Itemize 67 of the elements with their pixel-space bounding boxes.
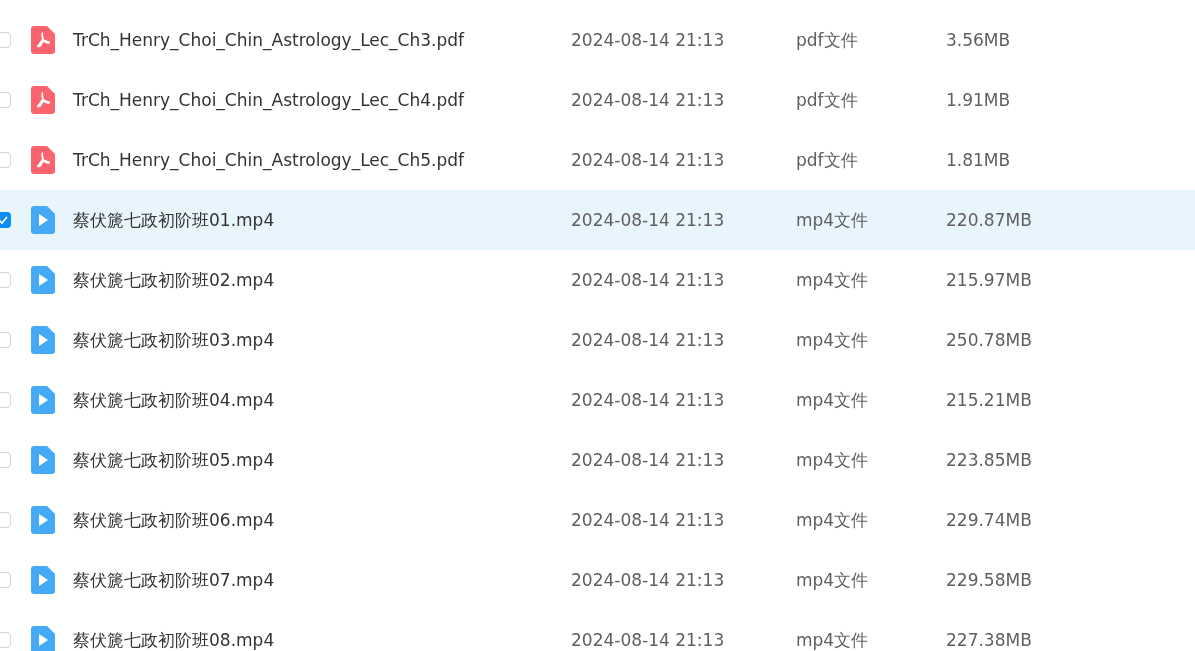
file-size: 3.56MB	[946, 30, 1012, 50]
file-row[interactable]: 蔡伏篪七政初阶班08.mp4 2024-08-14 21:13 mp4文件 227.38MB	[0, 610, 1195, 651]
file-name: 蔡伏篪七政初阶班02.mp4	[73, 268, 276, 292]
file-name: TrCh_Henry_Choi_Chin_Astrology_Lec_Ch3.pdf	[73, 30, 466, 50]
file-size: 1.91MB	[946, 90, 1012, 110]
modified-date: 2024-08-14 21:13	[571, 390, 726, 410]
video-file-icon	[31, 266, 55, 294]
check-icon	[0, 216, 8, 224]
file-type: mp4文件	[796, 508, 870, 532]
file-name: 蔡伏篪七政初阶班08.mp4	[73, 628, 276, 651]
pdf-file-icon	[31, 146, 55, 174]
video-file-icon	[31, 626, 55, 651]
pdf-file-icon	[31, 26, 55, 54]
file-name: 蔡伏篪七政初阶班05.mp4	[73, 448, 276, 472]
video-file-icon	[31, 206, 55, 234]
file-name: 蔡伏篪七政初阶班04.mp4	[73, 388, 276, 412]
file-type: mp4文件	[796, 208, 870, 232]
modified-date: 2024-08-14 21:13	[571, 270, 726, 290]
file-type: mp4文件	[796, 328, 870, 352]
file-size: 220.87MB	[946, 210, 1033, 230]
modified-date: 2024-08-14 21:13	[571, 150, 726, 170]
file-type: mp4文件	[796, 268, 870, 292]
file-row[interactable]: TrCh_Henry_Choi_Chin_Astrology_Lec_Ch4.pdf 2024-08-14 21:13 pdf文件 1.91MB	[0, 70, 1195, 130]
modified-date: 2024-08-14 21:13	[571, 450, 726, 470]
file-row[interactable]: 蔡伏篪七政初阶班03.mp4 2024-08-14 21:13 mp4文件 250.78MB	[0, 310, 1195, 370]
file-row[interactable]: 蔡伏篪七政初阶班06.mp4 2024-08-14 21:13 mp4文件 229.74MB	[0, 490, 1195, 550]
file-name: 蔡伏篪七政初阶班01.mp4	[73, 208, 276, 232]
video-file-icon	[31, 566, 55, 594]
file-name: 蔡伏篪七政初阶班03.mp4	[73, 328, 276, 352]
file-type: pdf文件	[796, 148, 859, 172]
pdf-file-icon	[31, 86, 55, 114]
file-name: 蔡伏篪七政初阶班06.mp4	[73, 508, 276, 532]
video-file-icon	[31, 326, 55, 354]
file-type: pdf文件	[796, 28, 859, 52]
file-size: 227.38MB	[946, 630, 1033, 650]
file-name: TrCh_Henry_Choi_Chin_Astrology_Lec_Ch4.pdf	[73, 90, 466, 110]
modified-date: 2024-08-14 21:13	[571, 510, 726, 530]
video-file-icon	[31, 446, 55, 474]
file-size: 250.78MB	[946, 330, 1033, 350]
file-row[interactable]: TrCh_Henry_Choi_Chin_Astrology_Lec_Ch3.pdf 2024-08-14 21:13 pdf文件 3.56MB	[0, 10, 1195, 70]
modified-date: 2024-08-14 21:13	[571, 330, 726, 350]
file-row[interactable]: TrCh_Henry_Choi_Chin_Astrology_Lec_Ch5.pdf 2024-08-14 21:13 pdf文件 1.81MB	[0, 130, 1195, 190]
file-size: 215.97MB	[946, 270, 1033, 290]
file-size: 223.85MB	[946, 450, 1033, 470]
file-type: mp4文件	[796, 388, 870, 412]
video-file-icon	[31, 386, 55, 414]
file-name: TrCh_Henry_Choi_Chin_Astrology_Lec_Ch5.pdf	[73, 150, 466, 170]
file-row[interactable]: 蔡伏篪七政初阶班05.mp4 2024-08-14 21:13 mp4文件 223.85MB	[0, 430, 1195, 490]
file-size: 1.81MB	[946, 150, 1012, 170]
file-size: 215.21MB	[946, 390, 1033, 410]
file-row[interactable]: 蔡伏篪七政初阶班02.mp4 2024-08-14 21:13 mp4文件 215.97MB	[0, 250, 1195, 310]
file-type: pdf文件	[796, 88, 859, 112]
file-type: mp4文件	[796, 568, 870, 592]
file-size: 229.58MB	[946, 570, 1033, 590]
file-size: 229.74MB	[946, 510, 1033, 530]
file-type: mp4文件	[796, 628, 870, 651]
file-name: 蔡伏篪七政初阶班07.mp4	[73, 568, 276, 592]
modified-date: 2024-08-14 21:13	[571, 30, 726, 50]
file-row[interactable]: 蔡伏篪七政初阶班07.mp4 2024-08-14 21:13 mp4文件 229.58MB	[0, 550, 1195, 610]
modified-date: 2024-08-14 21:13	[571, 210, 726, 230]
file-row[interactable]: 蔡伏篪七政初阶班01.mp4 2024-08-14 21:13 mp4文件 220.87MB	[0, 190, 1195, 250]
modified-date: 2024-08-14 21:13	[571, 90, 726, 110]
file-row[interactable]: 蔡伏篪七政初阶班04.mp4 2024-08-14 21:13 mp4文件 215.21MB	[0, 370, 1195, 430]
file-type: mp4文件	[796, 448, 870, 472]
modified-date: 2024-08-14 21:13	[571, 630, 726, 650]
video-file-icon	[31, 506, 55, 534]
modified-date: 2024-08-14 21:13	[571, 570, 726, 590]
